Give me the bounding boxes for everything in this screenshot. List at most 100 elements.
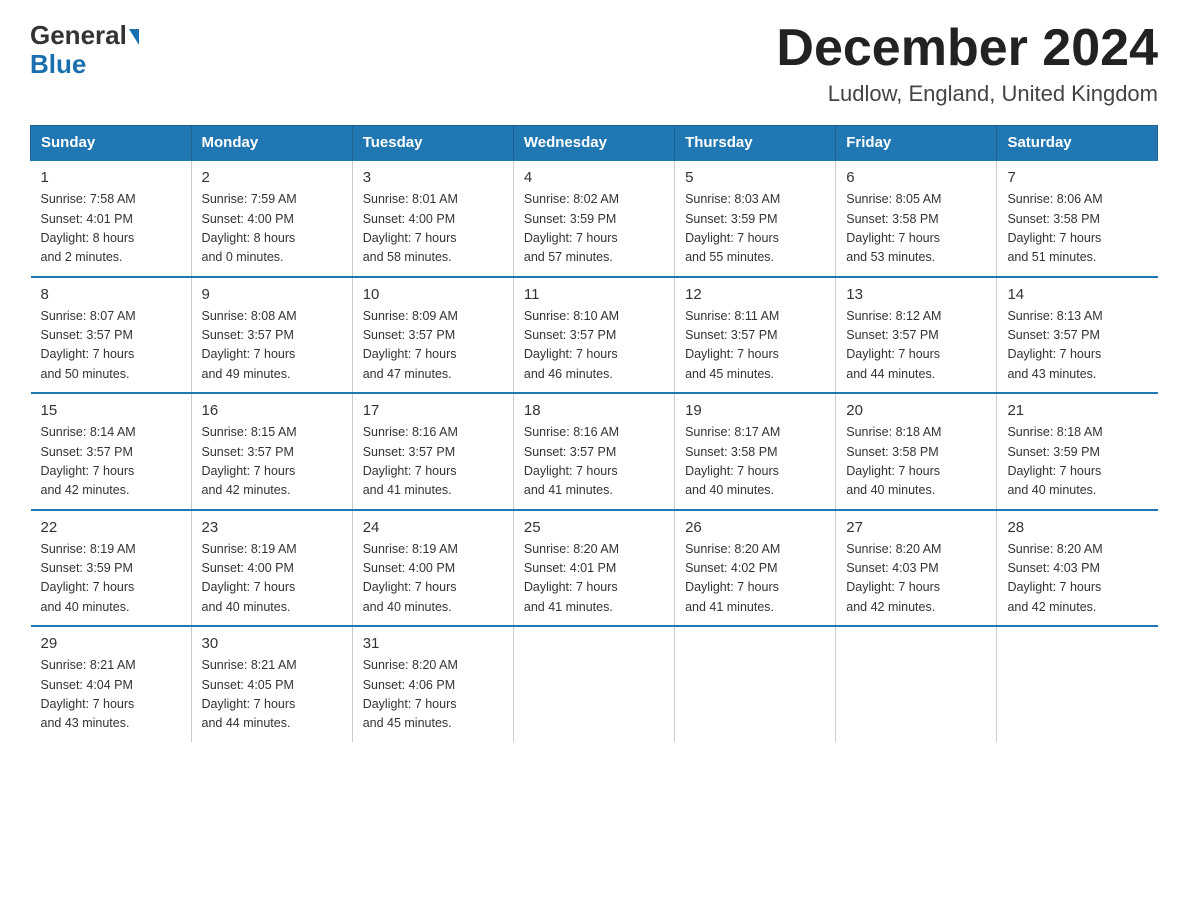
calendar-body: 1 Sunrise: 7:58 AMSunset: 4:01 PMDaylight… bbox=[31, 160, 1158, 742]
day-info: Sunrise: 7:58 AMSunset: 4:01 PMDaylight:… bbox=[41, 190, 181, 268]
day-number: 9 bbox=[202, 286, 342, 303]
calendar-cell: 2 Sunrise: 7:59 AMSunset: 4:00 PMDaylight… bbox=[191, 160, 352, 277]
day-info: Sunrise: 8:21 AMSunset: 4:04 PMDaylight:… bbox=[41, 656, 181, 734]
day-info: Sunrise: 8:15 AMSunset: 3:57 PMDaylight:… bbox=[202, 423, 342, 501]
day-info: Sunrise: 8:18 AMSunset: 3:59 PMDaylight:… bbox=[1007, 423, 1147, 501]
day-number: 17 bbox=[363, 402, 503, 419]
calendar-subtitle: Ludlow, England, United Kingdom bbox=[776, 81, 1158, 107]
day-info: Sunrise: 8:02 AMSunset: 3:59 PMDaylight:… bbox=[524, 190, 664, 268]
week-row-3: 15 Sunrise: 8:14 AMSunset: 3:57 PMDayligh… bbox=[31, 393, 1158, 510]
calendar-cell: 18 Sunrise: 8:16 AMSunset: 3:57 PMDayligh… bbox=[513, 393, 674, 510]
weekday-header-wednesday: Wednesday bbox=[513, 126, 674, 161]
calendar-cell bbox=[997, 626, 1158, 742]
calendar-cell: 3Sunrise: 8:01 AMSunset: 4:00 PMDaylight… bbox=[352, 160, 513, 277]
calendar-cell: 11 Sunrise: 8:10 AMSunset: 3:57 PMDayligh… bbox=[513, 277, 674, 394]
day-number: 27 bbox=[846, 519, 986, 536]
day-number: 15 bbox=[41, 402, 181, 419]
day-info: Sunrise: 8:20 AMSunset: 4:03 PMDaylight:… bbox=[1007, 540, 1147, 618]
day-info: Sunrise: 8:21 AMSunset: 4:05 PMDaylight:… bbox=[202, 656, 342, 734]
day-number: 29 bbox=[41, 635, 181, 652]
weekday-header-sunday: Sunday bbox=[31, 126, 192, 161]
day-number: 3 bbox=[363, 169, 503, 186]
weekday-header-saturday: Saturday bbox=[997, 126, 1158, 161]
day-number: 4 bbox=[524, 169, 664, 186]
calendar-cell: 20Sunrise: 8:18 AMSunset: 3:58 PMDayligh… bbox=[836, 393, 997, 510]
calendar-cell: 10 Sunrise: 8:09 AMSunset: 3:57 PMDayligh… bbox=[352, 277, 513, 394]
day-info: Sunrise: 7:59 AMSunset: 4:00 PMDaylight:… bbox=[202, 190, 342, 268]
calendar-table: SundayMondayTuesdayWednesdayThursdayFrid… bbox=[30, 125, 1158, 742]
day-info: Sunrise: 8:16 AMSunset: 3:57 PMDaylight:… bbox=[524, 423, 664, 501]
day-number: 1 bbox=[41, 169, 181, 186]
day-info: Sunrise: 8:20 AMSunset: 4:06 PMDaylight:… bbox=[363, 656, 503, 734]
logo-general-text: General bbox=[30, 20, 127, 51]
day-info: Sunrise: 8:05 AMSunset: 3:58 PMDaylight:… bbox=[846, 190, 986, 268]
day-info: Sunrise: 8:03 AMSunset: 3:59 PMDaylight:… bbox=[685, 190, 825, 268]
day-number: 2 bbox=[202, 169, 342, 186]
calendar-cell: 12Sunrise: 8:11 AMSunset: 3:57 PMDayligh… bbox=[675, 277, 836, 394]
day-number: 23 bbox=[202, 519, 342, 536]
title-area: December 2024 Ludlow, England, United Ki… bbox=[776, 20, 1158, 107]
day-info: Sunrise: 8:19 AMSunset: 3:59 PMDaylight:… bbox=[41, 540, 181, 618]
day-info: Sunrise: 8:19 AMSunset: 4:00 PMDaylight:… bbox=[363, 540, 503, 618]
day-number: 6 bbox=[846, 169, 986, 186]
day-info: Sunrise: 8:20 AMSunset: 4:01 PMDaylight:… bbox=[524, 540, 664, 618]
calendar-cell: 8 Sunrise: 8:07 AMSunset: 3:57 PMDaylight… bbox=[31, 277, 192, 394]
day-number: 12 bbox=[685, 286, 825, 303]
calendar-cell: 15 Sunrise: 8:14 AMSunset: 3:57 PMDayligh… bbox=[31, 393, 192, 510]
calendar-cell bbox=[675, 626, 836, 742]
day-info: Sunrise: 8:17 AMSunset: 3:58 PMDaylight:… bbox=[685, 423, 825, 501]
day-info: Sunrise: 8:20 AMSunset: 4:02 PMDaylight:… bbox=[685, 540, 825, 618]
calendar-cell: 29 Sunrise: 8:21 AMSunset: 4:04 PMDayligh… bbox=[31, 626, 192, 742]
calendar-cell: 25Sunrise: 8:20 AMSunset: 4:01 PMDayligh… bbox=[513, 510, 674, 627]
calendar-cell: 7 Sunrise: 8:06 AMSunset: 3:58 PMDaylight… bbox=[997, 160, 1158, 277]
week-row-5: 29 Sunrise: 8:21 AMSunset: 4:04 PMDayligh… bbox=[31, 626, 1158, 742]
weekday-header-monday: Monday bbox=[191, 126, 352, 161]
logo: General Blue bbox=[30, 20, 139, 80]
day-info: Sunrise: 8:19 AMSunset: 4:00 PMDaylight:… bbox=[202, 540, 342, 618]
calendar-cell: 24 Sunrise: 8:19 AMSunset: 4:00 PMDayligh… bbox=[352, 510, 513, 627]
day-number: 11 bbox=[524, 286, 664, 303]
day-number: 22 bbox=[41, 519, 181, 536]
calendar-cell: 21 Sunrise: 8:18 AMSunset: 3:59 PMDayligh… bbox=[997, 393, 1158, 510]
day-number: 5 bbox=[685, 169, 825, 186]
day-number: 8 bbox=[41, 286, 181, 303]
calendar-cell: 16Sunrise: 8:15 AMSunset: 3:57 PMDayligh… bbox=[191, 393, 352, 510]
day-info: Sunrise: 8:08 AMSunset: 3:57 PMDaylight:… bbox=[202, 307, 342, 385]
day-info: Sunrise: 8:06 AMSunset: 3:58 PMDaylight:… bbox=[1007, 190, 1147, 268]
day-info: Sunrise: 8:20 AMSunset: 4:03 PMDaylight:… bbox=[846, 540, 986, 618]
day-number: 20 bbox=[846, 402, 986, 419]
day-number: 24 bbox=[363, 519, 503, 536]
day-number: 28 bbox=[1007, 519, 1147, 536]
day-number: 26 bbox=[685, 519, 825, 536]
calendar-title: December 2024 bbox=[776, 20, 1158, 77]
day-number: 19 bbox=[685, 402, 825, 419]
calendar-cell: 31Sunrise: 8:20 AMSunset: 4:06 PMDayligh… bbox=[352, 626, 513, 742]
day-info: Sunrise: 8:07 AMSunset: 3:57 PMDaylight:… bbox=[41, 307, 181, 385]
weekday-header-row: SundayMondayTuesdayWednesdayThursdayFrid… bbox=[31, 126, 1158, 161]
weekday-header-friday: Friday bbox=[836, 126, 997, 161]
calendar-cell: 28 Sunrise: 8:20 AMSunset: 4:03 PMDayligh… bbox=[997, 510, 1158, 627]
weekday-header-thursday: Thursday bbox=[675, 126, 836, 161]
calendar-cell bbox=[513, 626, 674, 742]
calendar-cell: 9 Sunrise: 8:08 AMSunset: 3:57 PMDaylight… bbox=[191, 277, 352, 394]
calendar-cell: 5 Sunrise: 8:03 AMSunset: 3:59 PMDaylight… bbox=[675, 160, 836, 277]
weekday-header-tuesday: Tuesday bbox=[352, 126, 513, 161]
week-row-4: 22 Sunrise: 8:19 AMSunset: 3:59 PMDayligh… bbox=[31, 510, 1158, 627]
day-number: 7 bbox=[1007, 169, 1147, 186]
day-number: 21 bbox=[1007, 402, 1147, 419]
calendar-cell: 13Sunrise: 8:12 AMSunset: 3:57 PMDayligh… bbox=[836, 277, 997, 394]
week-row-2: 8 Sunrise: 8:07 AMSunset: 3:57 PMDaylight… bbox=[31, 277, 1158, 394]
day-info: Sunrise: 8:14 AMSunset: 3:57 PMDaylight:… bbox=[41, 423, 181, 501]
day-info: Sunrise: 8:16 AMSunset: 3:57 PMDaylight:… bbox=[363, 423, 503, 501]
week-row-1: 1 Sunrise: 7:58 AMSunset: 4:01 PMDaylight… bbox=[31, 160, 1158, 277]
logo-blue-text: Blue bbox=[30, 49, 86, 80]
day-number: 14 bbox=[1007, 286, 1147, 303]
day-number: 18 bbox=[524, 402, 664, 419]
day-info: Sunrise: 8:10 AMSunset: 3:57 PMDaylight:… bbox=[524, 307, 664, 385]
logo-triangle-icon bbox=[129, 29, 139, 45]
calendar-cell: 4 Sunrise: 8:02 AMSunset: 3:59 PMDaylight… bbox=[513, 160, 674, 277]
page-header: General Blue December 2024 Ludlow, Engla… bbox=[30, 20, 1158, 107]
day-number: 10 bbox=[363, 286, 503, 303]
calendar-cell: 30Sunrise: 8:21 AMSunset: 4:05 PMDayligh… bbox=[191, 626, 352, 742]
day-info: Sunrise: 8:09 AMSunset: 3:57 PMDaylight:… bbox=[363, 307, 503, 385]
